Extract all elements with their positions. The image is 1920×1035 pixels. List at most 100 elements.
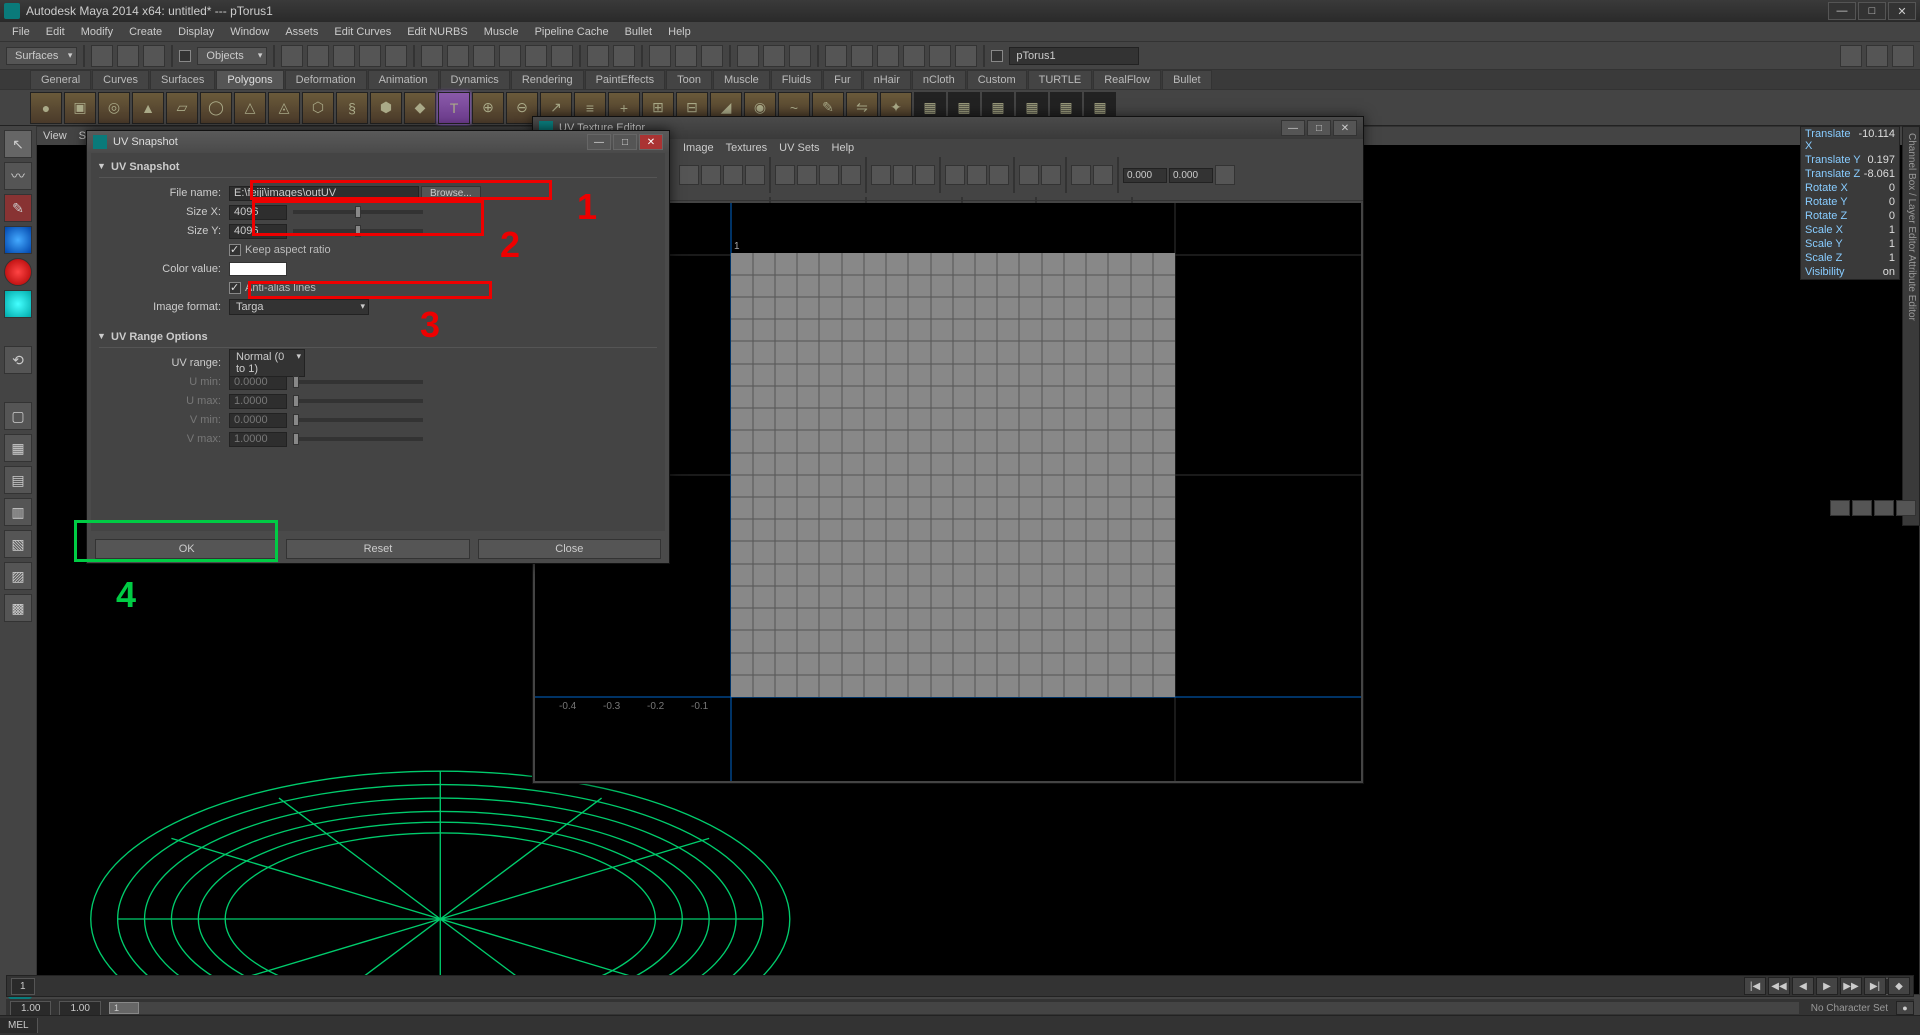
snap-grid-icon[interactable] bbox=[421, 45, 443, 67]
poly-type-icon[interactable]: T bbox=[438, 92, 470, 124]
play-fwd-icon[interactable]: ▶ bbox=[1816, 977, 1838, 995]
layer-new-icon[interactable] bbox=[1896, 500, 1916, 516]
shelf-tab-bullet[interactable]: Bullet bbox=[1162, 70, 1212, 89]
layer-display-icon[interactable] bbox=[1830, 500, 1850, 516]
ch-tx-val[interactable]: -10.114 bbox=[1859, 128, 1896, 152]
layout5-icon[interactable] bbox=[929, 45, 951, 67]
sel-joint-icon[interactable] bbox=[307, 45, 329, 67]
uv-rotate-ccw-icon[interactable] bbox=[723, 165, 743, 185]
new-scene-icon[interactable] bbox=[91, 45, 113, 67]
ok-button[interactable]: OK bbox=[95, 539, 278, 559]
right-dock-tabs[interactable]: Channel Box / Layer Editor Attribute Edi… bbox=[1902, 126, 1920, 526]
shelf-tab-polygons[interactable]: Polygons bbox=[216, 70, 283, 89]
uv-v-field[interactable] bbox=[1169, 168, 1213, 183]
sizex-input[interactable] bbox=[229, 205, 287, 220]
keep-aspect-checkbox[interactable] bbox=[229, 244, 241, 256]
autokey-icon[interactable]: ● bbox=[1896, 1001, 1914, 1015]
uv-flip-v-icon[interactable] bbox=[701, 165, 721, 185]
uv-menu-textures[interactable]: Textures bbox=[726, 142, 768, 154]
selection-name-field[interactable] bbox=[1009, 47, 1139, 65]
format-combo[interactable]: Targa bbox=[229, 299, 369, 315]
uv-menu-uvsets[interactable]: UV Sets bbox=[779, 142, 819, 154]
antialias-checkbox[interactable] bbox=[229, 282, 241, 294]
uv-layout-icon[interactable] bbox=[945, 165, 965, 185]
sizey-input[interactable] bbox=[229, 224, 287, 239]
uv-sel-shell-icon[interactable] bbox=[775, 165, 795, 185]
shelf-tab-animation[interactable]: Animation bbox=[368, 70, 439, 89]
layout2-icon[interactable] bbox=[851, 45, 873, 67]
color-swatch[interactable] bbox=[229, 262, 287, 276]
layout-four-icon[interactable]: ▦ bbox=[4, 434, 32, 462]
menu-pipelinecache[interactable]: Pipeline Cache bbox=[527, 26, 617, 38]
open-scene-icon[interactable] bbox=[117, 45, 139, 67]
menu-edit[interactable]: Edit bbox=[38, 26, 73, 38]
shelf-tab-custom[interactable]: Custom bbox=[967, 70, 1027, 89]
uv-u-field[interactable] bbox=[1123, 168, 1167, 183]
shelf-tab-fluids[interactable]: Fluids bbox=[771, 70, 822, 89]
shelf-tab-turtle[interactable]: TURTLE bbox=[1028, 70, 1093, 89]
layout3-icon[interactable] bbox=[877, 45, 899, 67]
section-uvsnapshot[interactable]: UV Snapshot bbox=[95, 157, 661, 177]
ch-vis-val[interactable]: on bbox=[1883, 266, 1895, 278]
sizey-slider[interactable] bbox=[293, 229, 423, 233]
range-start[interactable]: 1.00 bbox=[10, 1001, 51, 1016]
sidebar-toggle-1-icon[interactable] bbox=[1840, 45, 1862, 67]
uv-rotate-cw-icon[interactable] bbox=[745, 165, 765, 185]
time-slider[interactable]: 1 24 bbox=[6, 975, 1914, 997]
menuset-combo[interactable]: Surfaces bbox=[6, 47, 77, 65]
poly-torus-icon[interactable]: ◯ bbox=[200, 92, 232, 124]
last-tool-icon[interactable]: ⟲ bbox=[4, 346, 32, 374]
snap-view-icon[interactable] bbox=[551, 45, 573, 67]
shelf-tab-curves[interactable]: Curves bbox=[92, 70, 149, 89]
section-uvrange[interactable]: UV Range Options bbox=[95, 327, 661, 347]
shelf-tab-fur[interactable]: Fur bbox=[823, 70, 862, 89]
snap-plane-icon[interactable] bbox=[499, 45, 521, 67]
layer-render-icon[interactable] bbox=[1852, 500, 1872, 516]
lasso-tool-icon[interactable]: 〰 bbox=[4, 162, 32, 190]
construction-icon[interactable] bbox=[613, 45, 635, 67]
shelf-tab-nhair[interactable]: nHair bbox=[863, 70, 911, 89]
shelf-tab-toon[interactable]: Toon bbox=[666, 70, 712, 89]
poly-sphere-icon[interactable]: ● bbox=[30, 92, 62, 124]
layout-outliner-icon[interactable]: ▥ bbox=[4, 498, 32, 526]
save-scene-icon[interactable] bbox=[143, 45, 165, 67]
ch-ry-val[interactable]: 0 bbox=[1889, 196, 1895, 208]
sizex-slider[interactable] bbox=[293, 210, 423, 214]
menu-modify[interactable]: Modify bbox=[73, 26, 121, 38]
ch-sz-val[interactable]: 1 bbox=[1889, 252, 1895, 264]
snap-curve-icon[interactable] bbox=[447, 45, 469, 67]
key-icon[interactable]: ◆ bbox=[1888, 977, 1910, 995]
poly-pyramid-icon[interactable]: ◬ bbox=[268, 92, 300, 124]
snapshot-close-button[interactable]: ✕ bbox=[639, 134, 663, 150]
sidebar-toggle-3-icon[interactable] bbox=[1892, 45, 1914, 67]
uv-sel-edge-icon[interactable] bbox=[841, 165, 861, 185]
poly-cube-icon[interactable]: ▣ bbox=[64, 92, 96, 124]
menu-help[interactable]: Help bbox=[660, 26, 699, 38]
poly-cylinder-icon[interactable]: ◎ bbox=[98, 92, 130, 124]
layout-script-icon[interactable]: ▩ bbox=[4, 594, 32, 622]
go-end-icon[interactable]: ▶| bbox=[1864, 977, 1886, 995]
shelf-tab-realflow[interactable]: RealFlow bbox=[1093, 70, 1161, 89]
poly-pipe-icon[interactable]: ⬡ bbox=[302, 92, 334, 124]
layout-persp-icon[interactable]: ▤ bbox=[4, 466, 32, 494]
poly-soccer-icon[interactable]: ⬢ bbox=[370, 92, 402, 124]
menu-editcurves[interactable]: Edit Curves bbox=[326, 26, 399, 38]
menu-editnurbs[interactable]: Edit NURBS bbox=[399, 26, 476, 38]
ch-tz-val[interactable]: -8.061 bbox=[1864, 168, 1895, 180]
selection-mask-checkbox[interactable] bbox=[179, 50, 191, 62]
snap-point-icon[interactable] bbox=[473, 45, 495, 67]
ch-sy-val[interactable]: 1 bbox=[1889, 238, 1895, 250]
menu-muscle[interactable]: Muscle bbox=[476, 26, 527, 38]
window-minimize-button[interactable]: — bbox=[1828, 2, 1856, 20]
shelf-tab-painteffects[interactable]: PaintEffects bbox=[585, 70, 666, 89]
snapshot-min-button[interactable]: — bbox=[587, 134, 611, 150]
layout-single-icon[interactable]: ▢ bbox=[4, 402, 32, 430]
combine-icon[interactable]: ⊕ bbox=[472, 92, 504, 124]
uv-texture-icon[interactable] bbox=[1093, 165, 1113, 185]
window-maximize-button[interactable]: □ bbox=[1858, 2, 1886, 20]
poly-cone-icon[interactable]: ▲ bbox=[132, 92, 164, 124]
shelf-tab-surfaces[interactable]: Surfaces bbox=[150, 70, 215, 89]
current-frame-start[interactable]: 1 bbox=[11, 978, 35, 995]
render-icon[interactable] bbox=[649, 45, 671, 67]
uv-max-button[interactable]: □ bbox=[1307, 120, 1331, 136]
